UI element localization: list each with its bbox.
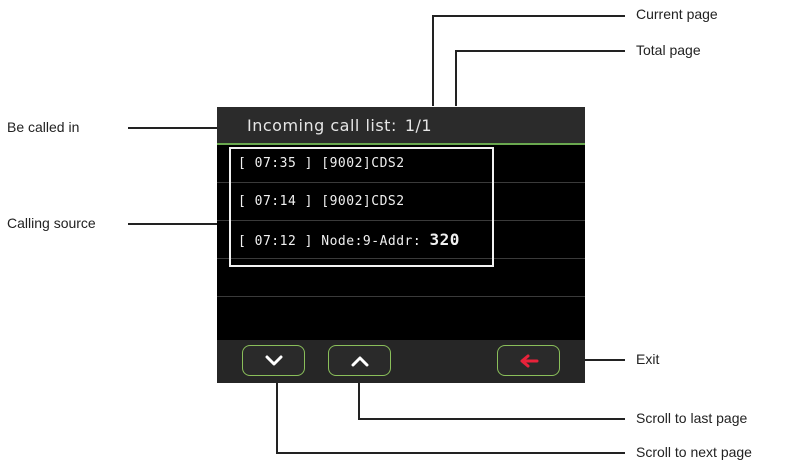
scroll-next-button[interactable] [242,345,305,376]
leader-total-page-h [455,50,625,52]
chevron-up-icon [351,356,368,366]
label-scroll-last: Scroll to last page [636,410,748,426]
device-screen: Incoming call list: 1/1 [ 07:35 ] [9002]C… [217,107,585,383]
title-text: Incoming call list: [247,116,397,135]
leader-current-page-v [432,15,434,106]
call-list-item[interactable] [217,297,585,334]
leader-scroll-last-v [358,380,360,420]
exit-button[interactable] [497,345,560,376]
label-exit: Exit [636,351,660,367]
calling-source-highlight [229,147,494,267]
leader-current-page-h [432,15,625,17]
scroll-last-button[interactable] [328,345,391,376]
title-bar: Incoming call list: 1/1 [217,107,585,145]
label-scroll-next: Scroll to next page [636,444,752,460]
label-total-page: Total page [636,42,701,58]
leader-scroll-last-h [358,418,625,420]
leader-scroll-next-h [276,452,625,454]
leader-total-page-v [455,50,457,106]
label-current-page: Current page [636,6,718,22]
page-title: Incoming call list: 1/1 [247,116,432,135]
label-calling-source: Calling source [7,215,96,231]
leader-calling-source [128,223,231,225]
arrow-left-icon [520,354,538,367]
page-indicator: 1/1 [404,116,433,135]
leader-scroll-next-v [276,380,278,454]
label-be-called-in: Be called in [7,119,80,135]
chevron-down-icon [265,355,282,365]
bottom-toolbar [217,340,585,383]
